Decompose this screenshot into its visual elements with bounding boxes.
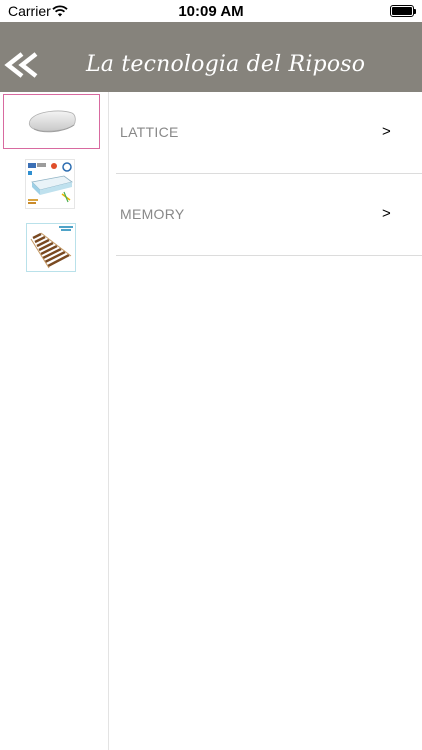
slatted-base-thumbnail[interactable] (26, 223, 76, 272)
clock: 10:09 AM (178, 3, 244, 20)
category-sidebar (0, 92, 109, 750)
mattress-thumbnail[interactable] (25, 159, 75, 209)
list-item-memory[interactable]: MEMORY > (116, 174, 422, 256)
pillow-thumbnail[interactable] (3, 94, 100, 149)
double-chevron-left-icon (4, 52, 38, 78)
chevron-right-icon: > (382, 123, 391, 140)
list-item-label: LATTICE (120, 124, 179, 140)
back-button[interactable] (4, 52, 40, 78)
status-bar: Carrier 10:09 AM (0, 0, 422, 22)
slatted-base-image (30, 226, 73, 269)
category-list: LATTICE > MEMORY > (116, 92, 422, 256)
list-item-label: MEMORY (120, 206, 185, 222)
list-item-lattice[interactable]: LATTICE > (116, 92, 422, 174)
mattress-image (28, 162, 73, 204)
app-header: La tecnologia del Riposo (0, 22, 422, 92)
header-title: La tecnologia del Riposo (86, 52, 366, 77)
chevron-right-icon: > (382, 205, 391, 222)
battery-icon (390, 5, 416, 17)
pillow-image (28, 110, 76, 133)
